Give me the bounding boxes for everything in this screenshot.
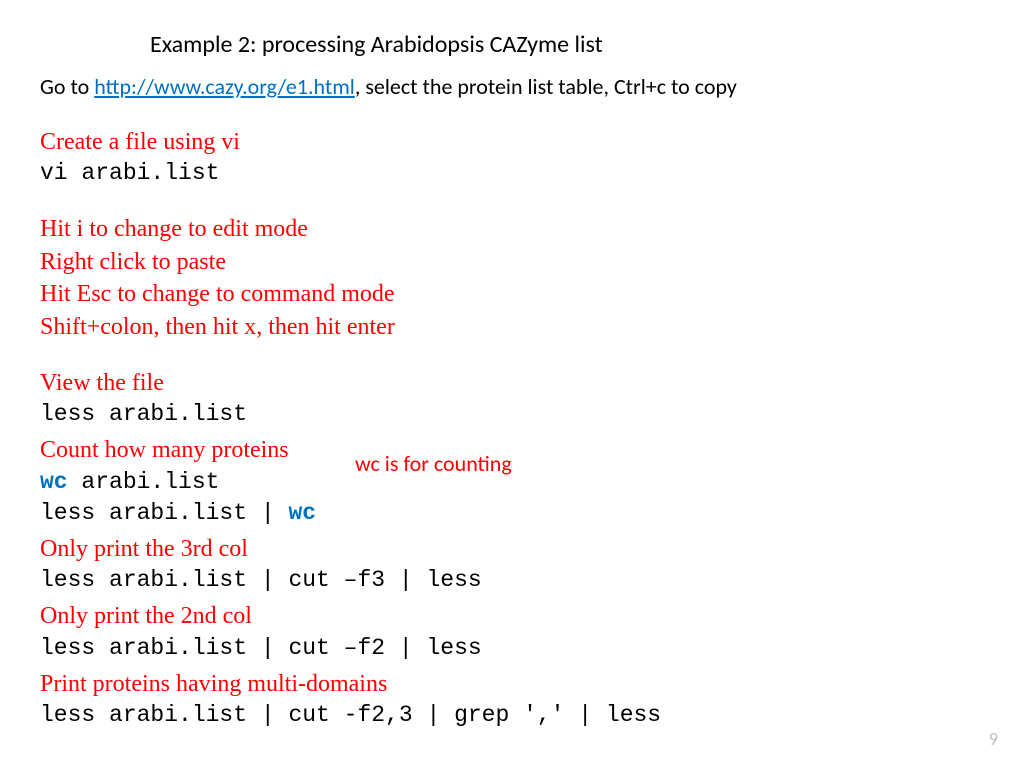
step-edit-mode: Hit i to change to edit mode bbox=[40, 213, 984, 245]
heading-count: Count how many proteins bbox=[40, 434, 984, 466]
wc-tail: arabi.list bbox=[68, 469, 220, 495]
heading-col2: Only print the 2nd col bbox=[40, 600, 984, 632]
heading-create-file: Create a file using vi bbox=[40, 126, 984, 158]
cazy-link[interactable]: http://www.cazy.org/e1.html bbox=[94, 73, 355, 100]
slide-title: Example 2: processing Arabidopsis CAZyme… bbox=[150, 30, 984, 59]
intro-prefix: Go to bbox=[40, 73, 94, 100]
wc-note: wc is for counting bbox=[355, 450, 512, 477]
intro-line: Go to http://www.cazy.org/e1.html, selec… bbox=[40, 73, 984, 100]
intro-suffix: , select the protein list table, Ctrl+c … bbox=[355, 73, 737, 100]
heading-col3: Only print the 3rd col bbox=[40, 533, 984, 565]
pipe-prefix: less arabi.list | bbox=[40, 500, 288, 526]
page-number: 9 bbox=[989, 728, 998, 750]
heading-multi: Print proteins having multi-domains bbox=[40, 668, 984, 700]
cmd-pipe-wc: less arabi.list | wc bbox=[40, 498, 984, 529]
step-esc: Hit Esc to change to command mode bbox=[40, 278, 984, 310]
wc-bold: wc bbox=[40, 469, 68, 495]
step-paste: Right click to paste bbox=[40, 246, 984, 278]
pipe-wc-bold: wc bbox=[288, 500, 316, 526]
cmd-cut2: less arabi.list | cut –f2 | less bbox=[40, 633, 984, 664]
cmd-multi: less arabi.list | cut -f2,3 | grep ',' |… bbox=[40, 700, 984, 731]
step-save: Shift+colon, then hit x, then hit enter bbox=[40, 311, 984, 343]
cmd-wc: wc arabi.list bbox=[40, 467, 984, 498]
cmd-vi: vi arabi.list bbox=[40, 158, 984, 189]
slide-content: Example 2: processing Arabidopsis CAZyme… bbox=[0, 0, 1024, 768]
heading-view-file: View the file bbox=[40, 367, 984, 399]
cmd-cut3: less arabi.list | cut –f3 | less bbox=[40, 565, 984, 596]
cmd-less: less arabi.list bbox=[40, 399, 984, 430]
